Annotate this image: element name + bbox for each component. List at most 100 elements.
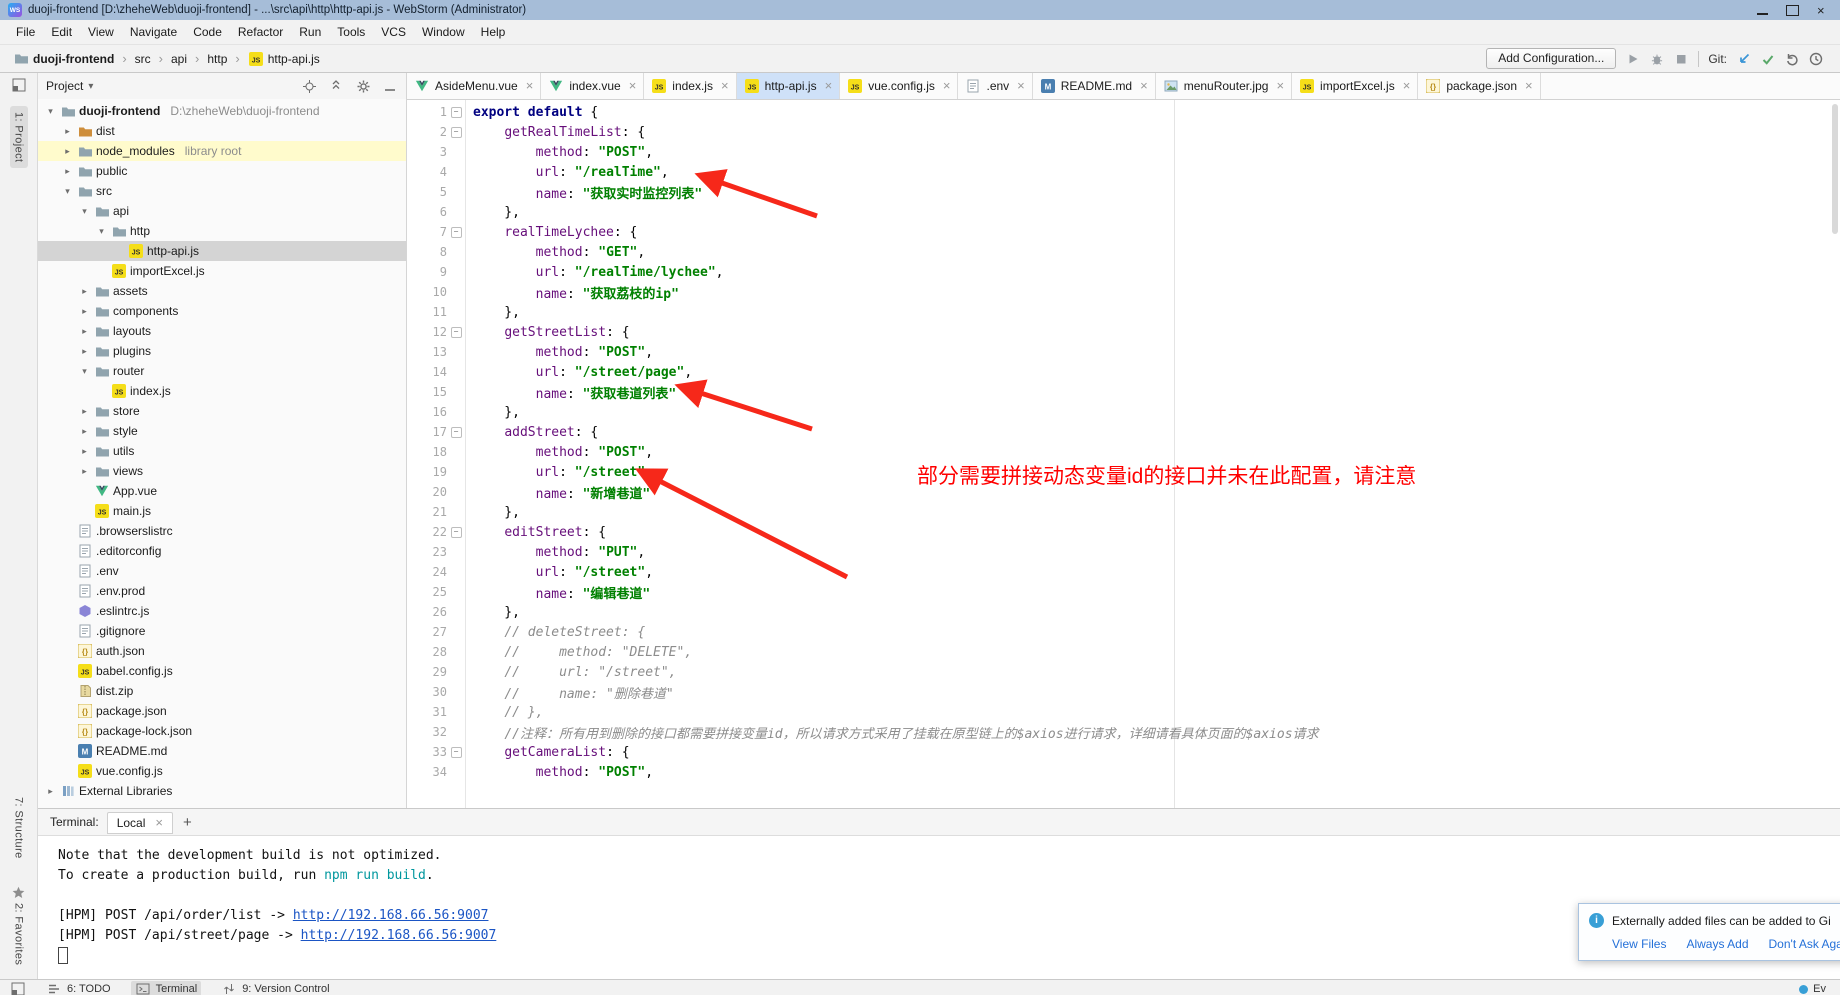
minimize-icon[interactable] — [1757, 6, 1768, 15]
menu-vcs[interactable]: VCS — [373, 22, 414, 42]
git-update-icon[interactable] — [1736, 51, 1752, 66]
menu-tools[interactable]: Tools — [329, 22, 373, 42]
notification-action-don-t-ask-agai[interactable]: Don't Ask Agai — [1769, 937, 1840, 951]
tree-item-readme-md[interactable]: MREADME.md — [38, 741, 406, 761]
terminal-link[interactable]: http://192.168.66.56:9007 — [293, 908, 489, 923]
tree-item-auth-json[interactable]: {}auth.json — [38, 641, 406, 661]
tree-item-env-prod[interactable]: .env.prod — [38, 581, 406, 601]
tree-item-api[interactable]: ▾api — [38, 201, 406, 221]
debug-icon[interactable] — [1649, 51, 1665, 66]
close-icon[interactable]: × — [629, 81, 637, 91]
tree-expand-icon[interactable]: ▾ — [78, 206, 91, 217]
tree-item-store[interactable]: ▸store — [38, 401, 406, 421]
tree-item-http[interactable]: ▾http — [38, 221, 406, 241]
close-icon[interactable]: × — [1525, 81, 1533, 91]
statusbar-event-log[interactable]: Ev — [1795, 982, 1830, 995]
fold-icon[interactable]: − — [451, 427, 462, 438]
fold-icon[interactable]: − — [451, 327, 462, 338]
breadcrumb-item-src[interactable]: src — [132, 51, 154, 67]
editor-tab-asidemenu-vue[interactable]: AsideMenu.vue× — [407, 73, 541, 99]
terminal-link[interactable]: http://192.168.66.56:9007 — [301, 928, 497, 943]
close-icon[interactable]: × — [526, 81, 534, 91]
toolwindow-button-1-project[interactable]: 1: Project — [10, 106, 28, 168]
tree-item-duoji-frontend[interactable]: ▾duoji-frontendD:\zheheWeb\duoji-fronten… — [38, 101, 406, 121]
close-icon[interactable]: × — [721, 81, 729, 91]
fold-icon[interactable]: − — [451, 527, 462, 538]
tree-item-external-libraries[interactable]: ▸External Libraries — [38, 781, 406, 801]
tree-expand-icon[interactable]: ▸ — [78, 286, 91, 297]
tree-expand-icon[interactable]: ▸ — [78, 346, 91, 357]
breadcrumb-item-http-api-js[interactable]: JShttp-api.js — [245, 50, 323, 67]
tree-item-editorconfig[interactable]: .editorconfig — [38, 541, 406, 561]
toolwindows-icon[interactable] — [11, 77, 27, 92]
editor-tab-http-api-js[interactable]: JShttp-api.js× — [737, 73, 841, 99]
menu-file[interactable]: File — [8, 22, 43, 42]
tree-expand-icon[interactable]: ▸ — [78, 326, 91, 337]
tree-item-router[interactable]: ▾router — [38, 361, 406, 381]
tree-item-package-lock-json[interactable]: {}package-lock.json — [38, 721, 406, 741]
editor-tab-importexcel-js[interactable]: JSimportExcel.js× — [1292, 73, 1418, 99]
breadcrumb-item-duoji-frontend[interactable]: duoji-frontend — [10, 50, 117, 67]
tree-item-utils[interactable]: ▸utils — [38, 441, 406, 461]
menu-refactor[interactable]: Refactor — [230, 22, 291, 42]
menu-run[interactable]: Run — [291, 22, 329, 42]
terminal-tab-local[interactable]: Local× — [107, 812, 173, 834]
collapse-icon[interactable] — [328, 79, 344, 94]
close-icon[interactable]: × — [1017, 81, 1025, 91]
close-icon[interactable]: × — [1817, 6, 1828, 15]
fold-icon[interactable]: − — [451, 227, 462, 238]
editor-tab-index-js[interactable]: JSindex.js× — [644, 73, 736, 99]
breadcrumb-item-api[interactable]: api — [168, 51, 190, 67]
tree-expand-icon[interactable]: ▸ — [61, 166, 74, 177]
tree-item-dist-zip[interactable]: dist.zip — [38, 681, 406, 701]
tree-expand-icon[interactable]: ▾ — [95, 226, 108, 237]
tree-item-package-json[interactable]: {}package.json — [38, 701, 406, 721]
tree-item-views[interactable]: ▸views — [38, 461, 406, 481]
statusbar-9-version-control[interactable]: 9: Version Control — [217, 981, 333, 995]
tree-item-style[interactable]: ▸style — [38, 421, 406, 441]
settings-icon[interactable] — [355, 79, 371, 94]
close-icon[interactable]: × — [1140, 81, 1148, 91]
tree-item-vue-config-js[interactable]: JSvue.config.js — [38, 761, 406, 781]
notification-action-always-add[interactable]: Always Add — [1686, 937, 1748, 951]
fold-icon[interactable]: − — [451, 127, 462, 138]
menu-navigate[interactable]: Navigate — [122, 22, 185, 42]
tree-expand-icon[interactable]: ▸ — [78, 426, 91, 437]
editor-tab-readme-md[interactable]: MREADME.md× — [1033, 73, 1156, 99]
stop-icon[interactable] — [1673, 51, 1689, 66]
add-configuration-button[interactable]: Add Configuration... — [1486, 48, 1616, 69]
fold-icon[interactable]: − — [451, 747, 462, 758]
tree-item-plugins[interactable]: ▸plugins — [38, 341, 406, 361]
tree-item-eslintrc-js[interactable]: .eslintrc.js — [38, 601, 406, 621]
maximize-icon[interactable] — [1786, 5, 1799, 16]
new-terminal-tab-button[interactable]: + — [177, 814, 198, 831]
editor-tab-vue-config-js[interactable]: JSvue.config.js× — [840, 73, 958, 99]
tree-item-main-js[interactable]: JSmain.js — [38, 501, 406, 521]
tree-expand-icon[interactable]: ▸ — [78, 466, 91, 477]
tree-item-gitignore[interactable]: .gitignore — [38, 621, 406, 641]
statusbar-terminal[interactable]: Terminal — [131, 981, 202, 995]
tree-expand-icon[interactable]: ▸ — [78, 446, 91, 457]
toolwindows-icon[interactable] — [10, 982, 26, 995]
project-panel-title[interactable]: Project — [46, 79, 83, 93]
tree-item-app-vue[interactable]: App.vue — [38, 481, 406, 501]
terminal-output[interactable]: Note that the development build is not o… — [38, 836, 1840, 979]
tree-item-public[interactable]: ▸public — [38, 161, 406, 181]
tree-item-components[interactable]: ▸components — [38, 301, 406, 321]
git-commit-icon[interactable] — [1760, 51, 1776, 66]
statusbar-6-todo[interactable]: 6: TODO — [42, 981, 115, 995]
tree-expand-icon[interactable]: ▸ — [61, 146, 74, 157]
tree-expand-icon[interactable]: ▾ — [44, 106, 57, 117]
fold-icon[interactable]: − — [451, 107, 462, 118]
git-rollback-icon[interactable] — [1784, 51, 1800, 66]
clock-icon[interactable] — [1808, 51, 1824, 66]
close-icon[interactable]: × — [825, 81, 833, 91]
tree-item-env[interactable]: .env — [38, 561, 406, 581]
tree-expand-icon[interactable]: ▸ — [78, 306, 91, 317]
tree-expand-icon[interactable]: ▸ — [78, 406, 91, 417]
close-icon[interactable]: × — [1403, 81, 1411, 91]
tree-item-src[interactable]: ▾src — [38, 181, 406, 201]
menu-help[interactable]: Help — [473, 22, 514, 42]
tree-expand-icon[interactable]: ▸ — [61, 126, 74, 137]
menu-view[interactable]: View — [80, 22, 122, 42]
